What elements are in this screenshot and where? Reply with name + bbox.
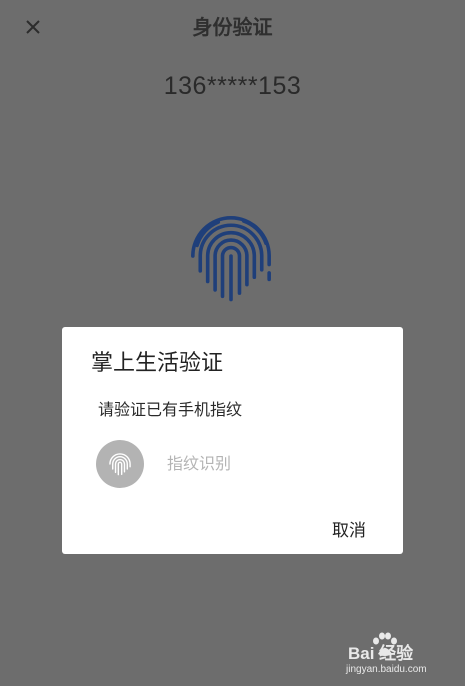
fingerprint-icon <box>109 453 131 476</box>
fingerprint-icon <box>178 203 284 309</box>
dialog-title: 掌上生活验证 <box>91 351 224 376</box>
dialog-message: 请验证已有手机指纹 <box>98 400 243 419</box>
cancel-button[interactable]: 取消 <box>332 519 366 543</box>
fingerprint-hint: 指纹识别 <box>167 454 232 473</box>
page-title: 身份验证 <box>192 15 273 39</box>
fingerprint-dialog: 掌上生活验证 请验证已有手机指纹 指纹识别 取消 <box>62 327 403 554</box>
identity-verification-screen: 身份验证 136*****153 掌上生活验证 请验证已有手机指纹 指纹识别 取… <box>0 0 465 686</box>
masked-phone-number: 136*****153 <box>163 72 302 100</box>
header: 身份验证 <box>0 0 465 56</box>
baidu-watermark: Bai 经验 jingyan.baidu.com <box>340 632 462 682</box>
watermark-url: jingyan.baidu.com <box>346 664 427 675</box>
watermark-brand: Bai 经验 <box>348 644 414 663</box>
fingerprint-sensor-button[interactable] <box>96 440 144 488</box>
